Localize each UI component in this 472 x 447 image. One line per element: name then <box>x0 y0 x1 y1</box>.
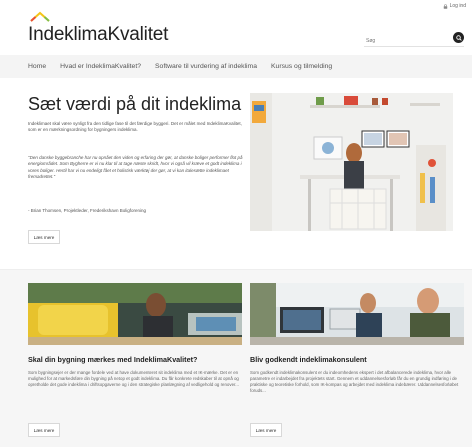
card-labeling-text: Som bygningsejer er der mange fordele ve… <box>28 370 239 387</box>
card-labeling-read-more-button[interactable]: Læs mere <box>28 423 60 437</box>
card-consultant: Bliv godkendt indeklimakonsulent Som god… <box>250 283 464 437</box>
card-consultant-read-more-button[interactable]: Læs mere <box>250 423 282 437</box>
hero-read-more-button[interactable]: Læs mere <box>28 230 60 244</box>
search-icon <box>455 34 462 41</box>
hero-section: Sæt værdi på dit indeklima Indeklimaet s… <box>0 78 472 254</box>
nav-item-what-is[interactable]: Hvad er IndeklimaKvalitet? <box>60 63 141 70</box>
info-cards-section: Skal din bygning mærkes med IndeklimaKva… <box>0 270 472 447</box>
hero-image <box>250 93 453 231</box>
card-consultant-title: Bliv godkendt indeklimakonsulent <box>250 355 367 364</box>
search-button[interactable] <box>453 32 464 43</box>
search-box <box>364 29 464 49</box>
search-input[interactable] <box>364 33 444 49</box>
consultants-meeting-illustration <box>250 283 464 345</box>
site-header: IndeklimaKvalitet <box>0 10 472 52</box>
logo-text: IndeklimaKvalitet <box>28 24 169 45</box>
card-consultant-text: Som godkendt indeklimakonsulent er du in… <box>250 370 459 393</box>
login-label: Log ind <box>449 3 466 9</box>
roof-chevron-logo-icon <box>30 11 50 22</box>
main-nav: Home Hvad er IndeklimaKvalitet? Software… <box>0 55 472 78</box>
card-labeling-image <box>28 283 242 345</box>
hero-quote-author: - Brian Thomsen, Projektleder, Frederiks… <box>28 208 146 213</box>
hero-intro-text: Indeklimaet skal være synligt fra den ti… <box>28 121 242 133</box>
nav-item-course[interactable]: Kursus og tilmelding <box>271 63 332 70</box>
login-link[interactable]: Log ind <box>443 3 466 9</box>
card-labeling: Skal din bygning mærkes med IndeklimaKva… <box>28 283 242 437</box>
card-labeling-title: Skal din bygning mærkes med IndeklimaKva… <box>28 355 198 364</box>
card-consultant-image <box>250 283 464 345</box>
hero-title: Sæt værdi på dit indeklima <box>28 94 242 114</box>
hero-quote: "Den danske byggebranche har nu opnået d… <box>28 155 243 179</box>
office-workspace-illustration <box>28 283 242 345</box>
hero-illustration <box>250 93 453 231</box>
section-divider <box>0 254 472 270</box>
site-logo[interactable]: IndeklimaKvalitet <box>28 10 168 50</box>
nav-item-software[interactable]: Software til vurdering af indeklima <box>155 63 257 70</box>
lock-icon <box>443 3 447 9</box>
nav-item-home[interactable]: Home <box>28 63 46 70</box>
